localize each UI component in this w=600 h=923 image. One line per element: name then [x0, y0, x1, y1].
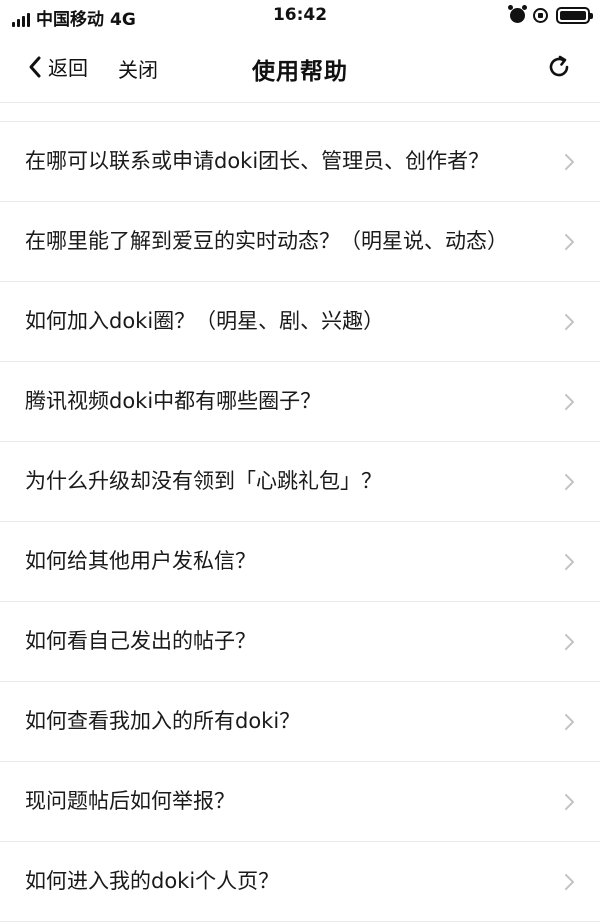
chevron-right-icon [565, 234, 574, 250]
list-item[interactable]: 如何加入doki圈？（明星、剧、兴趣） [0, 282, 600, 362]
list-item-label: 如何给其他用户发私信？ [25, 548, 256, 573]
alarm-icon [508, 5, 527, 23]
list-item-label: 现问题帖后如何举报？ [25, 788, 235, 813]
list-item[interactable]: 如何查看我加入的所有doki？ [0, 682, 600, 762]
chevron-right-icon [565, 794, 574, 810]
chevron-right-icon [565, 394, 574, 410]
list-item-label: 在哪可以联系或申请doki团长、管理员、创作者？ [25, 148, 490, 173]
nav-bar: 返回 关闭 使用帮助 [0, 32, 600, 102]
rotation-lock-icon [533, 8, 548, 23]
battery-icon [556, 7, 593, 24]
battery-level [560, 11, 586, 20]
chevron-right-icon [565, 554, 574, 570]
chevron-right-icon [565, 714, 574, 730]
list-item-label: 如何查看我加入的所有doki？ [25, 708, 301, 733]
list-item-label: 腾讯视频doki中都有哪些圈子？ [25, 388, 322, 413]
list-item-label: 如何看自己发出的帖子？ [25, 628, 256, 653]
list-item-label: 为什么升级却没有领到「心跳礼包」？ [25, 468, 382, 493]
chevron-right-icon [565, 874, 574, 890]
chevron-right-icon [565, 154, 574, 170]
list-item[interactable]: 现问题帖后如何举报？ [0, 762, 600, 842]
list-item-label: 如何加入doki圈？（明星、剧、兴趣） [25, 308, 385, 333]
list-item[interactable]: 如何进入我的doki个人页？ [0, 842, 600, 922]
list-item[interactable]: 如何看自己发出的帖子？ [0, 602, 600, 682]
chevron-right-icon [565, 474, 574, 490]
refresh-icon[interactable] [546, 54, 572, 80]
help-list: 在哪可以联系或申请doki团长、管理员、创作者？ 在哪里能了解到爱豆的实时动态？（… [0, 102, 600, 922]
list-item[interactable]: 在哪可以联系或申请doki团长、管理员、创作者？ [0, 122, 600, 202]
status-bar: 中国移动 4G 16:42 [0, 0, 600, 32]
list-item[interactable]: 在哪里能了解到爱豆的实时动态？（明星说、动态） [0, 202, 600, 282]
list-item-label: 如何进入我的doki个人页？ [25, 868, 280, 893]
list-top-divider [0, 102, 600, 122]
status-right [508, 5, 593, 24]
list-item[interactable]: 如何给其他用户发私信？ [0, 522, 600, 602]
chevron-right-icon [565, 314, 574, 330]
list-item[interactable]: 腾讯视频doki中都有哪些圈子？ [0, 362, 600, 442]
chevron-right-icon [565, 634, 574, 650]
list-item[interactable]: 为什么升级却没有领到「心跳礼包」？ [0, 442, 600, 522]
list-item-label: 在哪里能了解到爱豆的实时动态？（明星说、动态） [25, 228, 508, 253]
page-title: 使用帮助 [252, 59, 348, 85]
